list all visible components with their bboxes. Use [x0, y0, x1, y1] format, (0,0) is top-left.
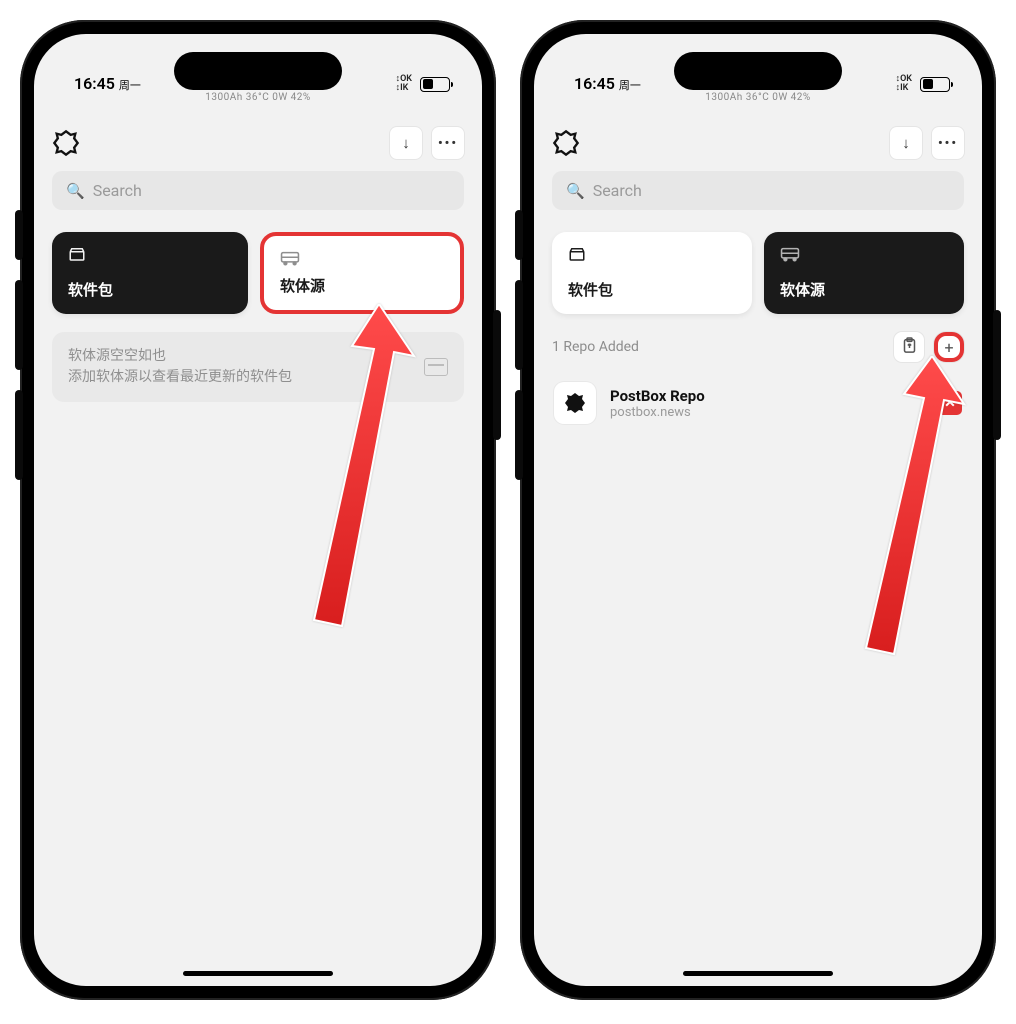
search-input[interactable]: 🔍 Search: [52, 171, 464, 210]
plus-icon: +: [944, 338, 953, 357]
tab-sources[interactable]: 软体源: [260, 232, 464, 314]
home-indicator: [183, 971, 333, 976]
search-input[interactable]: 🔍 Search: [552, 171, 964, 210]
more-icon: •••: [938, 136, 958, 151]
empty-line-2: 添加软体源以查看最近更新的软件包: [68, 367, 424, 388]
search-icon: 🔍: [566, 182, 585, 200]
repo-name: PostBox Repo: [610, 387, 924, 405]
mini-status-text: 1300Ah 36°C 0W 42%: [205, 92, 311, 103]
home-indicator: [683, 971, 833, 976]
more-icon: •••: [438, 136, 458, 151]
download-button[interactable]: ↓: [390, 127, 422, 159]
clipboard-icon: [902, 337, 917, 358]
add-repo-button[interactable]: +: [934, 332, 964, 362]
status-time: 16:45: [74, 74, 115, 93]
section-title: 1 Repo Added: [552, 339, 639, 355]
download-icon: ↓: [402, 134, 410, 152]
battery-text: 42: [421, 79, 449, 89]
download-icon: ↓: [902, 134, 910, 152]
box-icon: [68, 246, 232, 262]
archive-icon: [424, 358, 448, 376]
mini-status-text: 1300Ah 36°C 0W 42%: [705, 92, 811, 103]
screen-right: 1300Ah 36°C 0W 42% 16:45 周一 ↕OK↕IK 42: [534, 34, 982, 986]
download-button[interactable]: ↓: [890, 127, 922, 159]
status-time: 16:45: [574, 74, 615, 93]
battery-text: 42: [921, 79, 949, 89]
repo-url: postbox.news: [610, 405, 924, 420]
tab-sources[interactable]: 软体源: [764, 232, 964, 314]
cellular-icon: ↕OK↕IK: [896, 75, 912, 93]
search-placeholder: Search: [93, 181, 142, 200]
more-button[interactable]: •••: [932, 127, 964, 159]
notch: [174, 52, 342, 90]
repo-list-item[interactable]: PostBox Repo postbox.news ✕: [552, 372, 964, 434]
cellular-icon: ↕OK↕IK: [396, 75, 412, 93]
phone-frame-right: 1300Ah 36°C 0W 42% 16:45 周一 ↕OK↕IK 42: [520, 20, 996, 1000]
phone-frame-left: 1300Ah 36°C 0W 42% 16:45 周一 ↕OK↕IK 42: [20, 20, 496, 1000]
search-placeholder: Search: [593, 181, 642, 200]
empty-state: 软体源空空如也 添加软体源以查看最近更新的软件包: [52, 332, 464, 402]
battery-icon: 42: [420, 77, 450, 92]
search-icon: 🔍: [66, 182, 85, 200]
delete-repo-button[interactable]: ✕: [938, 391, 962, 415]
app-logo-icon: [552, 129, 580, 157]
tray-icon: [780, 246, 948, 262]
box-icon: [568, 246, 736, 262]
notch: [674, 52, 842, 90]
tray-icon: [280, 250, 444, 266]
repo-icon: [554, 382, 596, 424]
battery-icon: 42: [920, 77, 950, 92]
tab-sources-label: 软体源: [780, 279, 948, 300]
tab-packages[interactable]: 软件包: [552, 232, 752, 314]
tab-packages-label: 软件包: [568, 279, 736, 300]
more-button[interactable]: •••: [432, 127, 464, 159]
tab-sources-label: 软体源: [280, 275, 444, 296]
status-day: 周一: [119, 77, 141, 93]
status-day: 周一: [619, 77, 641, 93]
empty-line-1: 软体源空空如也: [68, 346, 424, 367]
app-logo-icon: [52, 129, 80, 157]
tab-packages[interactable]: 软件包: [52, 232, 248, 314]
clipboard-button[interactable]: [894, 332, 924, 362]
close-icon: ✕: [944, 395, 956, 411]
screen-left: 1300Ah 36°C 0W 42% 16:45 周一 ↕OK↕IK 42: [34, 34, 482, 986]
tab-packages-label: 软件包: [68, 279, 232, 300]
